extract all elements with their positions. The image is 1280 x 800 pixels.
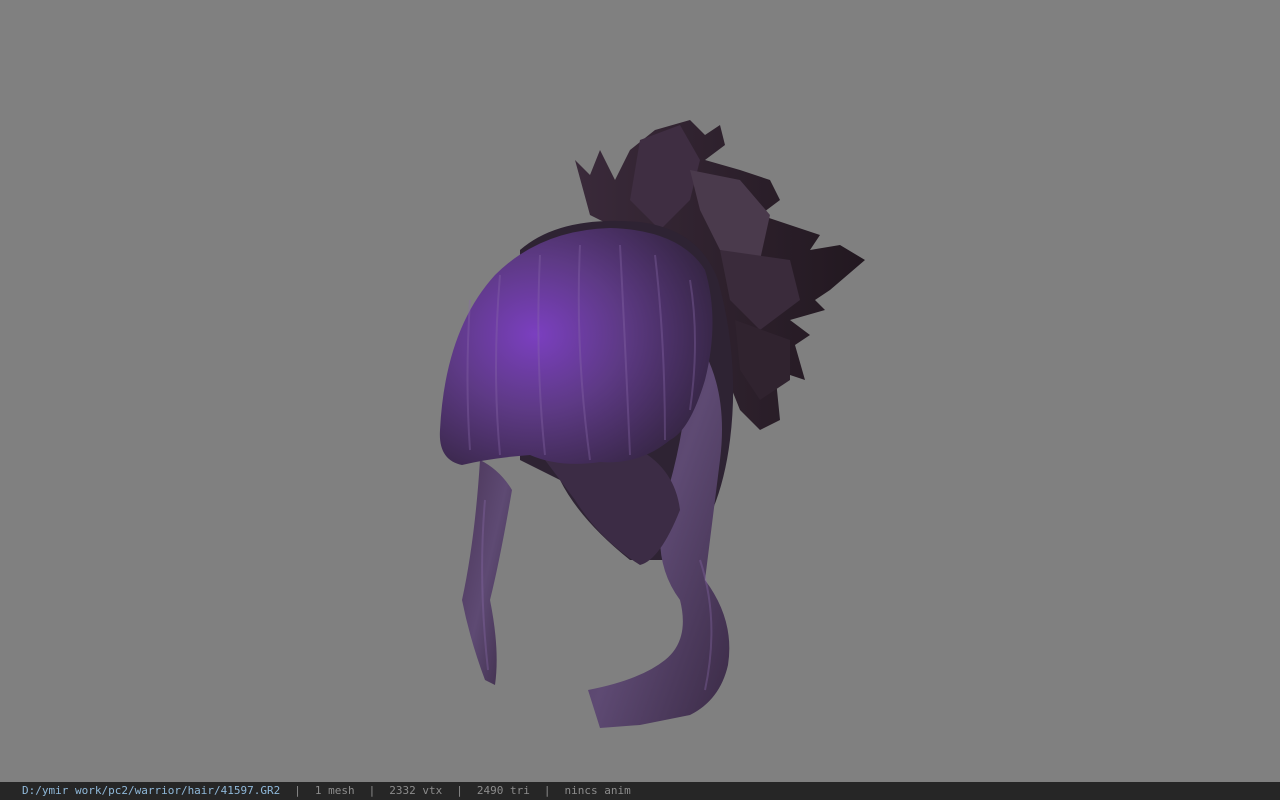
3d-viewport[interactable]: [0, 0, 1280, 782]
hair-bangs: [439, 228, 713, 465]
mesh-count: 1 mesh: [314, 784, 355, 797]
separator: |: [368, 784, 376, 797]
vertex-count: 2332 vtx: [389, 784, 443, 797]
file-path: D:/ymir work/pc2/warrior/hair/41597.GR2: [22, 784, 281, 797]
status-bar: D:/ymir work/pc2/warrior/hair/41597.GR2 …: [0, 782, 1280, 800]
hair-model-render: [439, 120, 865, 728]
separator: |: [294, 784, 301, 797]
triangle-count: 2490 tri: [476, 784, 530, 797]
separator: |: [456, 784, 463, 797]
separator: |: [543, 784, 551, 797]
anim-status: nincs anim: [564, 784, 631, 797]
hair-center-strands: [545, 450, 680, 565]
